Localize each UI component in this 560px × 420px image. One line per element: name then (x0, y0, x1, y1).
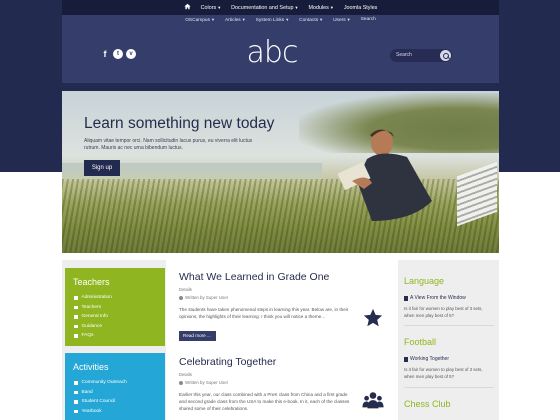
caret-down-icon: ▼ (241, 17, 246, 22)
menu-item-band[interactable]: Band (74, 388, 127, 398)
article-title[interactable]: Celebrating Together (179, 356, 276, 368)
caret-down-icon: ▼ (329, 4, 334, 10)
bullet-icon (74, 381, 78, 385)
articles-column: What We Learned in Grade One Details Wri… (166, 260, 398, 420)
article-author: Written by Super User (179, 295, 228, 300)
article-category[interactable]: Details (179, 287, 192, 292)
divider (404, 325, 494, 326)
menu-item-faqs[interactable]: FAQs (74, 331, 112, 341)
nav-documentation[interactable]: Documentation and Setup▼ (231, 5, 298, 11)
read-more-button[interactable]: Read more ... (179, 331, 216, 341)
subnav-oscampus[interactable]: OSCampus▼ (185, 17, 215, 23)
activities-menu: Activities Community Outreach Band Stude… (65, 353, 165, 420)
menu-item-teachers[interactable]: Teachers (74, 303, 112, 313)
article-author: Written by Super User (179, 380, 228, 385)
star-icon (363, 308, 383, 327)
menu-item-guidance[interactable]: Guidance (74, 322, 112, 332)
football-text: Is it fair for women to play best of 3 s… (404, 367, 483, 379)
site-header: OSCampus▼ Articles▼ System Links▼ Contac… (62, 15, 499, 83)
right-sidebar: Language A View From the Window Is it fa… (398, 260, 499, 420)
user-icon (179, 380, 183, 385)
subnav-users[interactable]: Users▼ (333, 17, 351, 23)
home-icon (183, 3, 191, 10)
nav-home[interactable] (183, 3, 191, 12)
search-input[interactable]: Search (390, 49, 452, 62)
hero-banner: Learn something new today Aliquam vitae … (62, 91, 499, 253)
hero-title: Learn something new today (84, 115, 275, 132)
search-placeholder: Search (396, 52, 412, 58)
vimeo-icon[interactable]: v (126, 49, 136, 59)
bullet-icon (74, 409, 78, 413)
nav-joomla-styles[interactable]: Joomla Styles (344, 5, 378, 11)
menu-item-student-council[interactable]: Student Council (74, 397, 127, 407)
bullet-icon (74, 334, 78, 338)
hero-reading-man (337, 129, 432, 221)
menu-item-administration[interactable]: Administration (74, 293, 112, 303)
hero-text: Learn something new today Aliquam vitae … (84, 115, 284, 176)
article-category[interactable]: Details (179, 372, 192, 377)
user-icon (179, 295, 183, 300)
nav-modules[interactable]: Modules▼ (308, 5, 333, 11)
menu-item-general-info[interactable]: General Info (74, 312, 112, 322)
teachers-menu: Teachers Administration Teachers General… (65, 268, 165, 346)
search-icon[interactable] (440, 50, 451, 61)
language-text: Is it fair for women to play best of 3 s… (404, 306, 483, 318)
article-body: Earlier this year, our class combined wi… (179, 392, 350, 411)
subnav-search[interactable]: Search (361, 17, 376, 23)
article-body: The students have taken phenomenal steps… (179, 307, 349, 319)
nav-colors[interactable]: Colors▼ (201, 5, 222, 11)
caret-down-icon: ▼ (294, 4, 299, 10)
caret-down-icon: ▼ (346, 17, 351, 22)
facebook-icon[interactable]: f (100, 49, 110, 59)
users-icon (362, 392, 384, 409)
sub-nav: OSCampus▼ Articles▼ System Links▼ Contac… (62, 17, 499, 23)
caret-down-icon: ▼ (319, 17, 324, 22)
article-title[interactable]: What We Learned in Grade One (179, 271, 329, 283)
chess-club-title: Chess Club (404, 399, 451, 409)
subnav-system-links[interactable]: System Links▼ (256, 17, 290, 23)
social-links: f t v (100, 49, 136, 59)
caret-down-icon: ▼ (285, 17, 290, 22)
bullet-icon (74, 400, 78, 404)
language-link[interactable]: A View From the Window (404, 295, 466, 301)
bullet-icon (74, 324, 78, 328)
twitter-icon[interactable]: t (113, 49, 123, 59)
site-logo[interactable]: abc (242, 35, 302, 70)
document-icon (404, 295, 408, 301)
bullet-icon (74, 296, 78, 300)
bullet-icon (74, 315, 78, 319)
subnav-contacts[interactable]: Contacts▼ (299, 17, 323, 23)
language-title: Language (404, 276, 445, 286)
content-area: Teachers Administration Teachers General… (62, 260, 499, 420)
football-title: Football (404, 337, 437, 347)
football-link[interactable]: Working Together (404, 356, 449, 362)
caret-down-icon: ▼ (211, 17, 215, 22)
hero-description: Aliquam vitae tempor orci. Nam sollicitu… (84, 138, 253, 151)
top-nav: Colors▼ Documentation and Setup▼ Modules… (62, 0, 499, 15)
signup-button[interactable]: Sign up (84, 160, 120, 176)
divider (404, 387, 494, 388)
menu-item-community-outreach[interactable]: Community Outreach (74, 378, 127, 388)
bullet-icon (74, 305, 78, 309)
subnav-articles[interactable]: Articles▼ (225, 17, 246, 23)
menu-item-yearbook[interactable]: Yearbook (74, 407, 127, 417)
bullet-icon (74, 390, 78, 394)
teachers-title: Teachers (73, 277, 110, 287)
document-icon (404, 356, 408, 362)
activities-title: Activities (73, 362, 109, 372)
caret-down-icon: ▼ (217, 4, 222, 10)
